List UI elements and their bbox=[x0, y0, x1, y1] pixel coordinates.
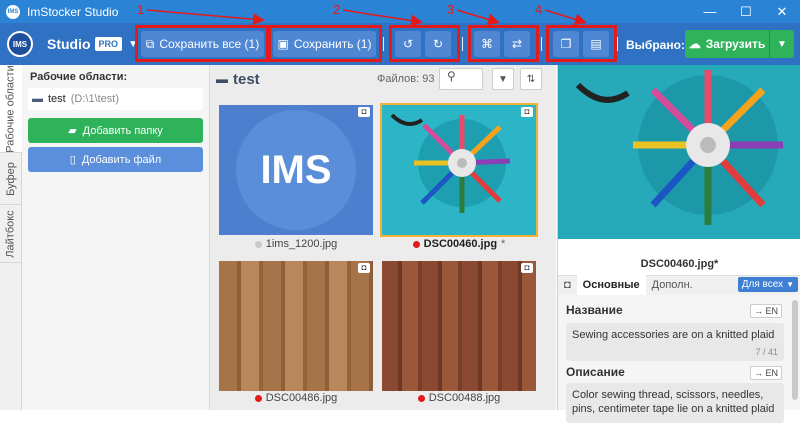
camera-icon: ◘ bbox=[521, 107, 533, 117]
folder-title: ▬ test bbox=[216, 71, 260, 88]
status-dot bbox=[417, 394, 425, 402]
tab-lightbox[interactable]: Лайтбокс bbox=[0, 205, 22, 263]
annotation-arrows bbox=[146, 9, 587, 27]
preview-image bbox=[558, 65, 800, 239]
folder-open-icon: ▰ bbox=[68, 125, 77, 137]
upload-label: Загрузить bbox=[705, 37, 766, 51]
add-file-label: Добавить файл bbox=[81, 153, 162, 166]
thumbnail[interactable]: ◘ bbox=[219, 261, 373, 391]
upload-button[interactable]: ☁ Загрузить bbox=[685, 30, 769, 58]
workspaces-title: Рабочие области: bbox=[30, 71, 128, 83]
workspace-item[interactable]: ▬ test (D:\1\test) bbox=[28, 88, 203, 110]
scrollbar[interactable] bbox=[792, 300, 798, 400]
title-label: Название bbox=[566, 303, 623, 317]
studio-label[interactable]: Studio bbox=[47, 36, 91, 52]
folder-icon: ▬ bbox=[32, 93, 43, 105]
folder-icon: ▬ bbox=[216, 72, 228, 86]
camera-icon: ◘ bbox=[564, 279, 571, 291]
thumbnail-caption: DSC00486.jpg bbox=[219, 391, 373, 405]
status-dot bbox=[254, 240, 262, 248]
translate-title-button[interactable]: → EN bbox=[749, 304, 782, 318]
folder-name: test bbox=[233, 70, 260, 88]
modified-mark: * bbox=[501, 238, 506, 250]
ims-logo[interactable]: IMS bbox=[7, 31, 33, 57]
filter-button[interactable]: ▼ bbox=[492, 68, 514, 90]
file-icon: ▯ bbox=[69, 154, 76, 166]
tab-label: Рабочие области bbox=[5, 64, 17, 153]
thumbnail-caption: DSC00488.jpg bbox=[382, 391, 536, 405]
file-name: DSC00488.jpg bbox=[428, 392, 501, 404]
thumbnail-image bbox=[219, 261, 373, 391]
pro-badge: PRO bbox=[94, 37, 123, 51]
thumbnail[interactable]: IMS ◘ bbox=[219, 105, 373, 235]
upload-dropdown-button[interactable]: ▼ bbox=[770, 30, 794, 58]
file-name: 1ims_1200.jpg bbox=[265, 238, 338, 250]
sort-button[interactable]: ⇅ bbox=[520, 68, 542, 90]
annotation-box-1 bbox=[135, 25, 269, 62]
camera-icon: ◘ bbox=[358, 263, 370, 273]
arrow-3 bbox=[456, 9, 500, 26]
ims-logo-image: IMS bbox=[236, 110, 356, 230]
status-dot bbox=[254, 394, 262, 402]
thumbnail-image bbox=[382, 261, 536, 391]
annotation-box-2 bbox=[389, 25, 460, 62]
arrow-2 bbox=[342, 9, 423, 27]
filter-icon: ▼ bbox=[498, 73, 508, 85]
arrow-1 bbox=[146, 9, 265, 26]
tab-main[interactable]: Основные bbox=[576, 275, 646, 295]
add-folder-label: Добавить папку bbox=[82, 124, 163, 137]
side-tabs: Рабочие области Буфер Лайтбокс bbox=[0, 65, 22, 410]
divider bbox=[383, 37, 384, 51]
details-panel: DSC00460.jpg* ◘ Основные Дополн. Для все… bbox=[557, 65, 800, 423]
description-label: Описание bbox=[566, 365, 625, 379]
thumbnail-caption: DSC00460.jpg * bbox=[382, 237, 536, 251]
tab-buffer[interactable]: Буфер bbox=[0, 153, 22, 205]
workspaces-panel: Рабочие области: ▬ test (D:\1\test) ▰ До… bbox=[22, 65, 210, 410]
search-icon: ⚲ bbox=[447, 69, 456, 83]
sort-icon: ⇅ bbox=[526, 73, 536, 85]
thumbnail-caption: 1ims_1200.jpg bbox=[219, 237, 373, 251]
workspace-path: (D:\1\test) bbox=[70, 93, 120, 105]
camera-icon: ◘ bbox=[521, 263, 533, 273]
camera-icon: ◘ bbox=[358, 107, 370, 117]
files-count: Файлов: 93 bbox=[377, 73, 435, 85]
file-name: DSC00460.jpg bbox=[423, 238, 498, 250]
annotation-box-3 bbox=[468, 25, 539, 62]
annotation-box-1b bbox=[268, 25, 382, 62]
workspace-name: test bbox=[48, 93, 66, 105]
translate-description-button[interactable]: → EN bbox=[749, 366, 782, 380]
chevron-down-icon: ▼ bbox=[786, 280, 794, 289]
description-value: Color sewing thread, scissors, needles, … bbox=[572, 389, 775, 415]
annotation-box-4 bbox=[546, 25, 617, 62]
file-browser: ▬ test Файлов: 93 ⚲ ▼ ⇅ IMS ◘ 1ims_1200.… bbox=[210, 65, 556, 410]
chevron-down-icon: ▼ bbox=[777, 38, 787, 50]
tab-label: Буфер bbox=[5, 161, 18, 196]
for-all-label: Для всех bbox=[741, 279, 784, 290]
description-field[interactable]: Color sewing thread, scissors, needles, … bbox=[566, 383, 784, 423]
divider bbox=[541, 37, 542, 51]
divider bbox=[462, 37, 463, 51]
add-file-button[interactable]: ▯ Добавить файл bbox=[28, 147, 203, 172]
for-all-dropdown[interactable]: Для всех ▼ bbox=[737, 277, 798, 292]
thumbnail-image bbox=[382, 105, 536, 235]
title-value: Sewing accessories are on a knitted plai… bbox=[572, 329, 775, 341]
thumbnail-selected[interactable]: ◘ bbox=[380, 103, 538, 237]
add-folder-button[interactable]: ▰ Добавить папку bbox=[28, 118, 203, 143]
preview-file-name: DSC00460.jpg* bbox=[640, 258, 719, 270]
tab-camera[interactable]: ◘ bbox=[558, 275, 577, 295]
thumbnail-image: IMS bbox=[219, 105, 373, 235]
tab-workspaces[interactable]: Рабочие области bbox=[0, 65, 22, 153]
file-name: DSC00486.jpg bbox=[265, 392, 338, 404]
arrow-4 bbox=[544, 9, 587, 26]
status-dot bbox=[412, 240, 420, 248]
search-input[interactable]: ⚲ bbox=[439, 68, 483, 90]
title-field[interactable]: Sewing accessories are on a knitted plai… bbox=[566, 323, 784, 361]
properties-form: Название → EN Sewing accessories are on … bbox=[558, 295, 800, 423]
tab-label: Лайтбокс bbox=[5, 209, 17, 258]
thumbnail[interactable]: ◘ bbox=[382, 261, 536, 391]
title-counter: 7 / 41 bbox=[755, 347, 778, 357]
tab-additional[interactable]: Дополн. bbox=[646, 275, 699, 295]
divider bbox=[617, 37, 618, 51]
cloud-upload-icon: ☁ bbox=[688, 37, 701, 51]
